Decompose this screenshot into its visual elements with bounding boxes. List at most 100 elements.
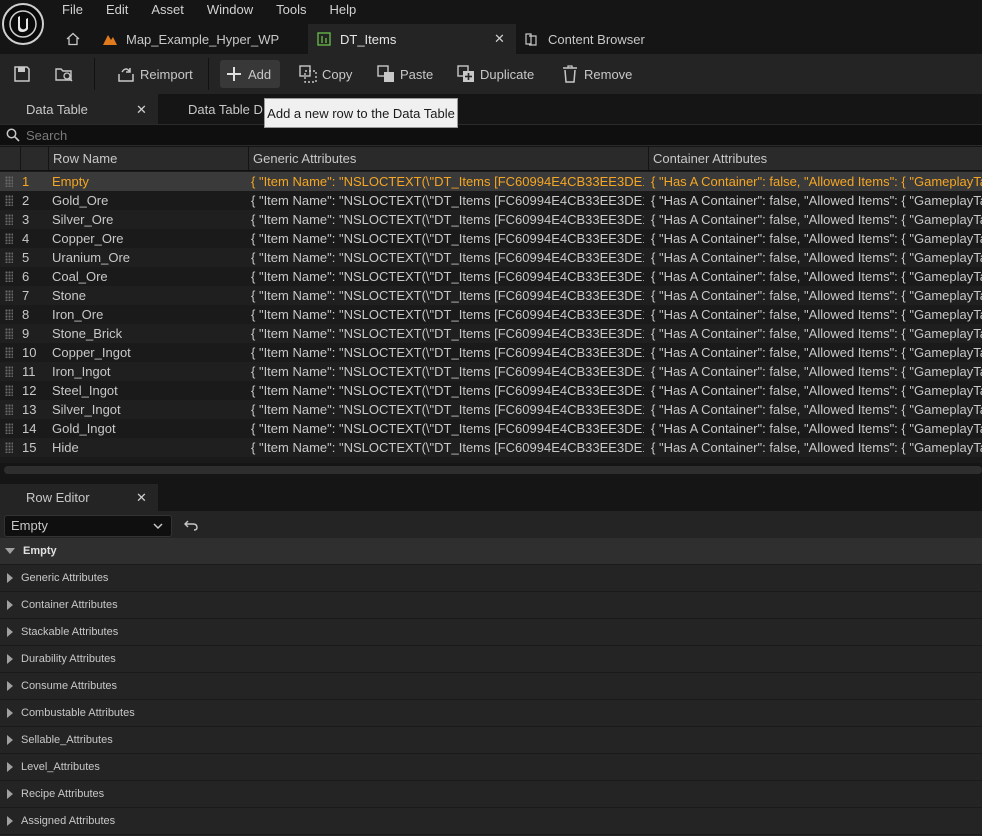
drag-handle-icon[interactable] <box>5 195 13 206</box>
table-row[interactable]: 3 Silver_Ore { "Item Name": "NSLOCTEXT(\"D… <box>0 210 982 229</box>
drag-handle-icon[interactable] <box>5 423 13 434</box>
category-row[interactable]: Consume Attributes <box>0 673 982 700</box>
drag-handle-icon[interactable] <box>5 233 13 244</box>
tab-label: Data Table <box>26 101 88 117</box>
row-index: 7 <box>22 288 30 303</box>
table-row[interactable]: 4 Copper_Ore { "Item Name": "NSLOCTEXT(\"D… <box>0 229 982 248</box>
drag-handle-icon[interactable] <box>5 176 13 187</box>
drag-handle-icon[interactable] <box>5 309 13 320</box>
close-icon[interactable]: ✕ <box>494 31 505 47</box>
caret-right-icon <box>7 573 13 583</box>
row-select-dropdown[interactable]: Empty <box>4 515 172 537</box>
menu-window[interactable]: Window <box>207 0 253 20</box>
header-row-name[interactable]: Row Name <box>48 147 248 171</box>
table-row[interactable]: 2 Gold_Ore { "Item Name": "NSLOCTEXT(\"DT_… <box>0 191 982 210</box>
tab-data-table[interactable]: Data Table ✕ <box>0 94 158 124</box>
add-button[interactable]: Add <box>220 60 280 88</box>
category-row[interactable]: Recipe Attributes <box>0 781 982 808</box>
search-input[interactable] <box>26 127 966 144</box>
table-row[interactable]: 10 Copper_Ingot { "Item Name": "NSLOCTEXT(… <box>0 343 982 362</box>
container-attributes-cell: { "Has A Container": false, "Allowed Ite… <box>651 250 982 265</box>
tab-row-editor[interactable]: Row Editor ✕ <box>0 484 158 511</box>
table-row[interactable]: 1 Empty { "Item Name": "NSLOCTEXT(\"DT_Ite… <box>0 172 982 191</box>
generic-attributes-cell: { "Item Name": "NSLOCTEXT(\"DT_Items [FC… <box>251 364 644 379</box>
table-row[interactable]: 13 Silver_Ingot { "Item Name": "NSLOCTEXT(… <box>0 400 982 419</box>
save-button[interactable] <box>8 60 40 88</box>
category-row[interactable]: Sellable_Attributes <box>0 727 982 754</box>
duplicate-button[interactable]: Duplicate <box>452 60 538 88</box>
row-index: 12 <box>22 383 37 398</box>
container-attributes-cell: { "Has A Container": false, "Allowed Ite… <box>651 174 982 189</box>
category-row[interactable]: Stackable Attributes <box>0 619 982 646</box>
tab-home[interactable] <box>66 24 88 54</box>
unreal-logo-icon[interactable] <box>2 3 44 45</box>
container-attributes-cell: { "Has A Container": false, "Allowed Ite… <box>651 402 982 417</box>
menu-tools[interactable]: Tools <box>276 0 306 20</box>
paste-label: Paste <box>400 66 434 82</box>
horizontal-scrollbar[interactable] <box>4 466 982 474</box>
menu-help[interactable]: Help <box>329 0 356 20</box>
menu-file[interactable]: File <box>62 0 83 20</box>
tab-content-browser[interactable]: Content Browser <box>524 24 684 54</box>
search-icon <box>6 128 20 145</box>
close-icon[interactable]: ✕ <box>136 490 147 506</box>
drag-handle-icon[interactable] <box>5 404 13 415</box>
category-row[interactable]: Level_Attributes <box>0 754 982 781</box>
browse-button[interactable] <box>50 60 82 88</box>
table-row[interactable]: 11 Iron_Ingot { "Item Name": "NSLOCTEXT(\"… <box>0 362 982 381</box>
header-container-attributes[interactable]: Container Attributes <box>648 147 982 171</box>
reset-to-default-button[interactable] <box>182 517 200 535</box>
drag-handle-icon[interactable] <box>5 252 13 263</box>
drag-handle-icon[interactable] <box>5 328 13 339</box>
data-table-grid: Row Name Generic Attributes Container At… <box>0 147 982 463</box>
copy-button[interactable]: Copy <box>294 60 356 88</box>
drag-handle-icon[interactable] <box>5 366 13 377</box>
row-name-cell: Stone_Brick <box>52 326 123 341</box>
category-row[interactable]: Generic Attributes <box>0 565 982 592</box>
drag-handle-icon[interactable] <box>5 442 13 453</box>
remove-button[interactable]: Remove <box>556 60 636 88</box>
tab-data-table-details[interactable]: Data Table D <box>176 94 266 124</box>
container-attributes-cell: { "Has A Container": false, "Allowed Ite… <box>651 193 982 208</box>
table-row[interactable]: 6 Coal_Ore { "Item Name": "NSLOCTEXT(\"DT_… <box>0 267 982 286</box>
paste-button[interactable]: Paste <box>372 60 437 88</box>
drag-handle-icon[interactable] <box>5 214 13 225</box>
drag-handle-icon[interactable] <box>5 385 13 396</box>
toolbar-separator <box>208 58 209 90</box>
generic-attributes-cell: { "Item Name": "NSLOCTEXT(\"DT_Items [FC… <box>251 212 644 227</box>
row-name-cell: Silver_Ore <box>52 212 114 227</box>
table-row[interactable]: 15 Hide { "Item Name": "NSLOCTEXT(\"DT_Ite… <box>0 438 982 457</box>
table-row[interactable]: 5 Uranium_Ore { "Item Name": "NSLOCTEXT(\"… <box>0 248 982 267</box>
category-row[interactable]: Container Attributes <box>0 592 982 619</box>
row-index: 14 <box>22 421 37 436</box>
generic-attributes-cell: { "Item Name": "NSLOCTEXT(\"DT_Items [FC… <box>251 421 644 436</box>
generic-attributes-cell: { "Item Name": "NSLOCTEXT(\"DT_Items [FC… <box>251 231 644 246</box>
drag-handle-icon[interactable] <box>5 347 13 358</box>
close-icon[interactable]: ✕ <box>136 102 147 118</box>
container-attributes-cell: { "Has A Container": false, "Allowed Ite… <box>651 345 982 360</box>
generic-attributes-cell: { "Item Name": "NSLOCTEXT(\"DT_Items [FC… <box>251 250 644 265</box>
generic-attributes-cell: { "Item Name": "NSLOCTEXT(\"DT_Items [FC… <box>251 174 644 189</box>
table-row[interactable]: 7 Stone { "Item Name": "NSLOCTEXT(\"DT_Ite… <box>0 286 982 305</box>
category-row[interactable]: Durability Attributes <box>0 646 982 673</box>
category-row[interactable]: Assigned Attributes <box>0 808 982 835</box>
category-row[interactable]: Combustable Attributes <box>0 700 982 727</box>
row-editor-header[interactable]: Empty <box>0 538 982 565</box>
menu-edit[interactable]: Edit <box>106 0 128 20</box>
row-name-cell: Copper_Ore <box>52 231 124 246</box>
toolbar: Reimport Add Copy Paste Duplicate Remove <box>0 54 982 94</box>
row-index: 11 <box>22 364 36 379</box>
tab-dt-items[interactable]: DT_Items ✕ <box>308 24 516 54</box>
menu-asset[interactable]: Asset <box>151 0 184 20</box>
tab-map-example[interactable]: Map_Example_Hyper_WP <box>102 24 302 54</box>
table-row[interactable]: 14 Gold_Ingot { "Item Name": "NSLOCTEXT(\"… <box>0 419 982 438</box>
header-generic-attributes[interactable]: Generic Attributes <box>248 147 648 171</box>
table-row[interactable]: 9 Stone_Brick { "Item Name": "NSLOCTEXT(\"… <box>0 324 982 343</box>
row-name-cell: Gold_Ore <box>52 193 109 208</box>
drag-handle-icon[interactable] <box>5 271 13 282</box>
reimport-button[interactable]: Reimport <box>112 60 197 88</box>
table-row[interactable]: 12 Steel_Ingot { "Item Name": "NSLOCTEXT(\… <box>0 381 982 400</box>
table-row[interactable]: 8 Iron_Ore { "Item Name": "NSLOCTEXT(\"DT_… <box>0 305 982 324</box>
drag-handle-icon[interactable] <box>5 290 13 301</box>
paste-icon <box>376 64 396 84</box>
